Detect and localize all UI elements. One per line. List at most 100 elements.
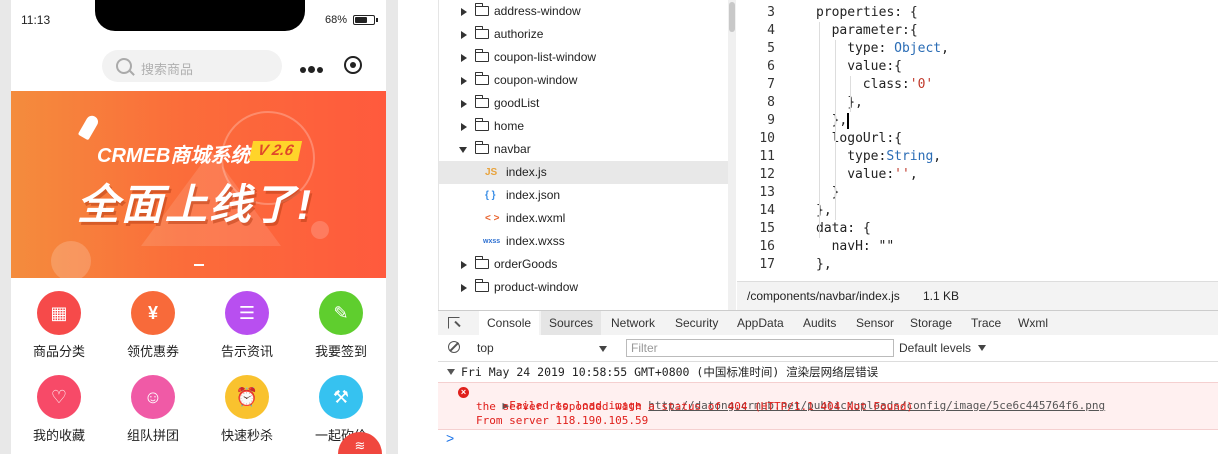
code-line: 12 value:'', (737, 166, 1218, 184)
console-toolbar: top Filter Default levels (438, 335, 1218, 362)
tab-security[interactable]: Security (667, 311, 726, 335)
code-string-token: '' (894, 167, 910, 182)
tab-appdata[interactable]: AppData (729, 311, 792, 335)
group-buy-icon: ☺ (131, 375, 175, 419)
code-token: value:{ (847, 59, 902, 74)
tab-sources[interactable]: Sources (541, 311, 602, 335)
close-miniprogram-icon[interactable] (344, 56, 362, 74)
banner-carousel[interactable]: CRMEB商城系统 V 2.6 全面上线了! (11, 91, 386, 278)
tree-folder[interactable]: coupon-window (439, 69, 729, 92)
coupon-icon: ¥ (131, 291, 175, 335)
code-text: }, (832, 112, 848, 130)
line-number: 11 (759, 149, 775, 164)
tree-file[interactable]: < > index.wxml (439, 207, 729, 230)
code-line: 3 properties: { (737, 4, 1218, 22)
tree-folder[interactable]: product-window (439, 276, 729, 299)
context-value: top (477, 341, 494, 355)
search-bar[interactable]: 搜索商品 (102, 50, 282, 82)
tree-item-label: index.wxss (506, 234, 565, 248)
grid-item[interactable]: ⏰ 快速秒杀 (207, 375, 287, 444)
log-levels-dropdown[interactable]: Default levels (899, 339, 987, 357)
chevron-right-icon[interactable] (461, 284, 467, 292)
console-group-header[interactable]: Fri May 24 2019 10:58:55 GMT+0800 (中国标准时… (438, 362, 1218, 382)
js-file-icon: JS (485, 167, 498, 178)
grid-label: 商品分类 (32, 344, 85, 359)
tab-wxml[interactable]: Wxml (1010, 311, 1056, 335)
grid-item[interactable]: ✎ 我要签到 (301, 291, 381, 360)
category-icon: ▦ (37, 291, 81, 335)
chevron-right-icon[interactable] (461, 261, 467, 269)
grid-glyph: ☺ (143, 387, 163, 407)
tab-audits[interactable]: Audits (795, 311, 844, 335)
tab-storage[interactable]: Storage (902, 311, 960, 335)
tree-folder[interactable]: home (439, 115, 729, 138)
grid-item[interactable]: ¥ 领优惠券 (113, 291, 193, 360)
layers-icon: ≋ (354, 438, 366, 453)
tree-scroll-thumb[interactable] (729, 2, 735, 32)
chevron-right-icon[interactable] (461, 8, 467, 16)
folder-icon (474, 256, 489, 269)
grid-item[interactable]: ♡ 我的收藏 (19, 375, 99, 444)
line-number: 5 (767, 41, 775, 56)
error-icon: × (458, 387, 469, 398)
context-select[interactable]: top (477, 339, 611, 357)
grid-label: 我的收藏 (32, 428, 85, 443)
code-line: 8}, (737, 94, 1218, 112)
code-text: type:String, (847, 148, 941, 166)
tree-folder[interactable]: goodList (439, 92, 729, 115)
tree-item-label: index.wxml (506, 211, 566, 225)
tree-file[interactable]: wxss index.wxss (439, 230, 729, 253)
grid-item[interactable]: ☺ 组队拼团 (113, 375, 193, 444)
chevron-down-icon[interactable] (459, 147, 467, 153)
chevron-right-icon[interactable] (461, 77, 467, 85)
line-number: 12 (759, 167, 775, 182)
console-prompt[interactable]: > (446, 430, 454, 446)
code-token: data: { (816, 221, 871, 236)
tree-file[interactable]: { } index.json (439, 184, 729, 207)
tab-sensor[interactable]: Sensor (848, 311, 902, 335)
inspect-element-icon[interactable] (448, 317, 460, 329)
more-menu-icon[interactable] (300, 62, 325, 76)
chevron-right-icon[interactable] (461, 54, 467, 62)
wxss-file-icon: wxss (483, 238, 501, 245)
battery-icon (353, 15, 375, 25)
tree-file[interactable]: JS index.js (439, 161, 729, 184)
line-number: 13 (759, 185, 775, 200)
tab-network[interactable]: Network (603, 311, 663, 335)
code-string-token: '0' (909, 77, 934, 92)
tree-folder[interactable]: coupon-list-window (439, 46, 729, 69)
clear-console-icon[interactable] (448, 341, 460, 353)
chevron-right-icon[interactable] (461, 31, 467, 39)
tree-scrollbar[interactable] (728, 0, 736, 310)
grid-item[interactable]: ▦ 商品分类 (19, 291, 99, 360)
code-text: navH: "" (832, 238, 895, 256)
chevron-right-icon[interactable] (461, 123, 467, 131)
expand-group-icon[interactable] (447, 369, 455, 375)
grid-item[interactable]: ☰ 告示资讯 (207, 291, 287, 360)
error-server-line: From server 118.190.105.59 (476, 414, 649, 427)
wxml-file-icon: < > (485, 213, 500, 224)
tab-trace[interactable]: Trace (963, 311, 1009, 335)
grid-label: 告示资讯 (220, 344, 273, 359)
editor-status-bar: /components/navbar/index.js 1.1 KB (737, 281, 1218, 311)
tree-item-label: address-window (494, 4, 581, 18)
line-number: 3 (767, 5, 775, 20)
code-token: type: (847, 41, 895, 56)
code-line: 16 navH: "" (737, 238, 1218, 256)
code-text: value:{ (847, 58, 902, 76)
tree-folder[interactable]: authorize (439, 23, 729, 46)
file-tree: address-window authorize coupon-list-windo… (438, 0, 729, 310)
tree-folder[interactable]: orderGoods (439, 253, 729, 276)
tab-console[interactable]: Console (479, 311, 540, 335)
file-path: /components/navbar/index.js (747, 289, 900, 303)
tree-item-label: goodList (494, 96, 540, 110)
tree-folder[interactable]: navbar (439, 138, 729, 161)
filter-input[interactable]: Filter (626, 339, 894, 357)
banner-slogan: 全面上线了! (77, 181, 313, 228)
code-editor[interactable]: 3 properties: {4 parameter:{5 type: Object,… (737, 0, 1218, 281)
chevron-right-icon[interactable] (461, 100, 467, 108)
banner-version: V 2.6 (248, 141, 303, 161)
tree-item-label: navbar (494, 142, 531, 156)
code-token: parameter:{ (831, 23, 918, 38)
tree-folder[interactable]: address-window (439, 0, 729, 23)
